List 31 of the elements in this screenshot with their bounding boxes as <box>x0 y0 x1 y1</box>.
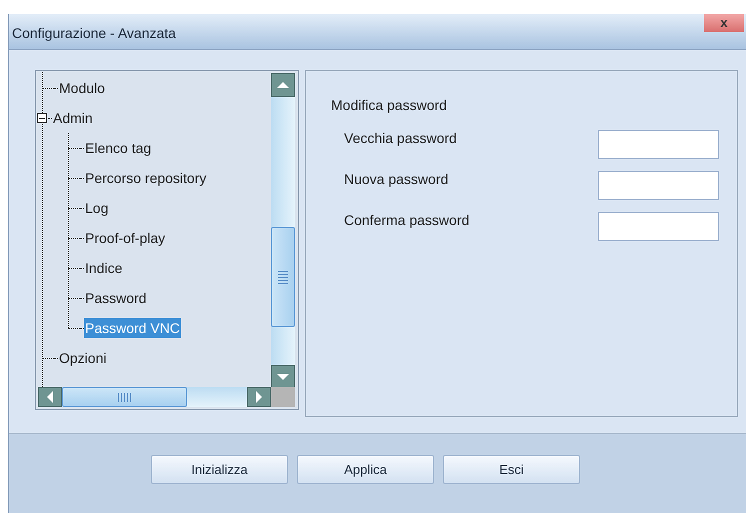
scroll-thumb[interactable] <box>271 227 295 327</box>
tree-item[interactable]: Indice <box>84 258 124 278</box>
window-title: Configurazione - Avanzata <box>12 24 176 43</box>
scroll-down-button[interactable] <box>271 365 295 389</box>
password-field[interactable] <box>598 130 719 159</box>
scrollbar-corner <box>271 387 295 407</box>
dialog-button[interactable]: Esci <box>443 455 580 484</box>
field-label: Vecchia password <box>344 129 457 148</box>
field-label: Nuova password <box>344 170 448 189</box>
scroll-thumb[interactable] <box>62 387 187 407</box>
tree-item[interactable]: Password <box>84 288 148 308</box>
tree-item[interactable]: Opzioni <box>58 348 108 368</box>
tree-item[interactable]: Log <box>84 198 110 218</box>
tree-item[interactable]: Proof-of-play <box>84 228 166 248</box>
collapse-icon[interactable] <box>37 113 47 123</box>
scroll-right-button[interactable] <box>247 387 271 407</box>
tree-item[interactable]: Admin <box>52 108 94 128</box>
dialog-button[interactable]: Inizializza <box>151 455 288 484</box>
tree-item[interactable]: Modulo <box>58 78 106 98</box>
vertical-scrollbar[interactable] <box>271 73 295 389</box>
horizontal-scrollbar[interactable] <box>38 387 271 407</box>
field-label: Conferma password <box>344 211 470 230</box>
section-heading: Modifica password <box>331 96 448 115</box>
dialog-button[interactable]: Applica <box>297 455 434 484</box>
close-button[interactable]: x <box>704 14 744 32</box>
scroll-up-button[interactable] <box>271 73 295 97</box>
tree-item[interactable]: Percorso repository <box>84 168 208 188</box>
password-field[interactable] <box>598 171 719 200</box>
password-field[interactable] <box>598 212 719 241</box>
scroll-left-button[interactable] <box>38 387 62 407</box>
tree-item[interactable]: Elenco tag <box>84 138 152 158</box>
